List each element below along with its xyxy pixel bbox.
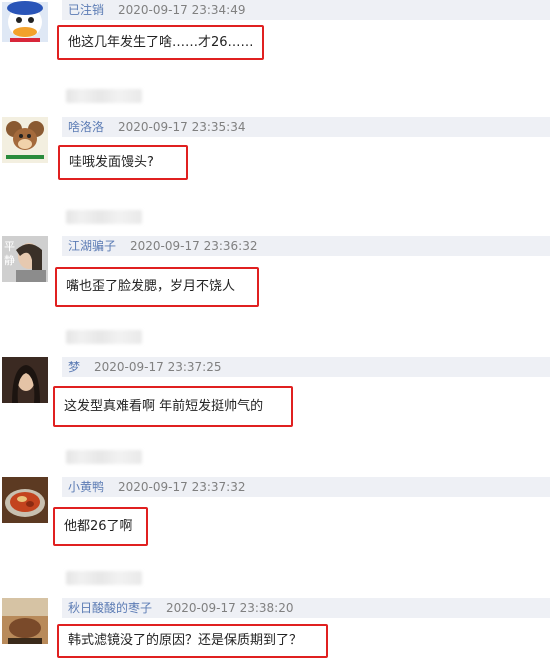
username-link[interactable]: 江湖骗子 [68, 239, 116, 253]
comment-meta: 江湖骗子 2020-09-17 23:36:32 [62, 236, 550, 256]
blurred-reply-placeholder [66, 571, 142, 585]
timestamp: 2020-09-17 23:37:32 [118, 480, 246, 494]
photo-avatar-icon [2, 357, 48, 403]
blurred-reply-placeholder [66, 450, 142, 464]
blurred-reply-placeholder [66, 330, 142, 344]
username-link[interactable]: 秋日酸酸的枣子 [68, 601, 152, 615]
timestamp: 2020-09-17 23:37:25 [94, 360, 222, 374]
timestamp: 2020-09-17 23:34:49 [118, 3, 246, 17]
avatar[interactable] [2, 117, 48, 163]
comment-meta: 小黄鸭 2020-09-17 23:37:32 [62, 477, 550, 497]
avatar[interactable] [2, 598, 48, 644]
comment-meta: 啥洛洛 2020-09-17 23:35:34 [62, 117, 550, 137]
username-link[interactable]: 梦 [68, 360, 80, 374]
comment-meta: 已注销 2020-09-17 23:34:49 [62, 0, 550, 20]
avatar[interactable] [2, 477, 48, 523]
avatar[interactable] [2, 0, 48, 42]
photo-avatar-icon [2, 598, 48, 644]
avatar[interactable]: 平 静 [2, 236, 48, 282]
avatar[interactable] [2, 357, 48, 403]
duck-avatar-icon [2, 1, 48, 42]
comment-meta: 梦 2020-09-17 23:37:25 [62, 357, 550, 377]
cartoon-mouse-avatar-icon [2, 117, 48, 163]
food-photo-avatar-icon [2, 477, 48, 523]
comment-meta: 秋日酸酸的枣子 2020-09-17 23:38:20 [62, 598, 550, 618]
comment-text: 这发型真难看啊 年前短发挺帅气的 [53, 386, 293, 427]
username-link[interactable]: 啥洛洛 [68, 120, 104, 134]
username-link[interactable]: 小黄鸭 [68, 480, 104, 494]
comment-text: 嘴也歪了脸发腮，岁月不饶人 [55, 267, 259, 307]
username-link[interactable]: 已注销 [68, 3, 104, 17]
comment-text: 哇哦发面馒头? [58, 145, 188, 180]
blurred-reply-placeholder [66, 89, 142, 103]
comment-text: 他都26了啊 [53, 507, 148, 546]
blurred-reply-placeholder [66, 210, 142, 224]
comment-text: 韩式滤镜没了的原因？还是保质期到了？ [57, 624, 328, 658]
timestamp: 2020-09-17 23:38:20 [166, 601, 294, 615]
timestamp: 2020-09-17 23:36:32 [130, 239, 258, 253]
avatar-caption: 平 静 [4, 240, 15, 267]
comment-text: 他这几年发生了啥……才26…… [57, 25, 264, 60]
timestamp: 2020-09-17 23:35:34 [118, 120, 246, 134]
